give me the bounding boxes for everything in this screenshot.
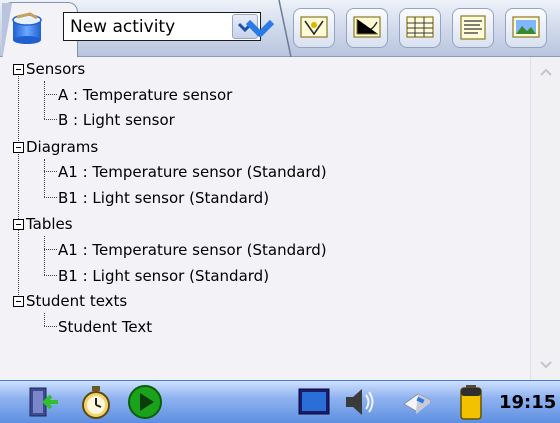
database-icon [12, 12, 42, 44]
top-toolbar: New activity [0, 0, 560, 59]
tree-item-diagram-b1[interactable]: B1 : Light sensor (Standard) [58, 186, 269, 210]
tree-item-sensor-b[interactable]: B : Light sensor [58, 108, 175, 132]
clock: 19:15 [499, 392, 557, 413]
tree-line [18, 73, 19, 307]
tree-item-sensor-a[interactable]: A : Temperature sensor [58, 83, 232, 107]
image-view-button[interactable] [505, 8, 547, 48]
tree-group-student-texts[interactable]: Student texts [26, 289, 127, 313]
tree-line [44, 275, 57, 276]
expand-toolbar-chevron-icon[interactable] [245, 16, 275, 40]
tree-line [44, 197, 57, 198]
speaker-icon[interactable] [342, 384, 378, 420]
activity-select[interactable]: New activity [63, 12, 261, 41]
collapse-tables-toggle[interactable] [13, 219, 24, 230]
tree-line [44, 119, 57, 120]
tree-item-table-b1[interactable]: B1 : Light sensor (Standard) [58, 264, 269, 288]
text-icon [460, 15, 486, 40]
collapse-sensors-toggle[interactable] [13, 64, 24, 75]
tree-scrollbar[interactable] [530, 57, 560, 380]
tree-line [44, 94, 57, 95]
probe-icon [300, 16, 328, 38]
collapse-diagrams-toggle[interactable] [13, 142, 24, 153]
tree-group-sensors[interactable]: Sensors [26, 57, 85, 81]
collapse-student-texts-toggle[interactable] [13, 296, 24, 307]
stopwatch-icon[interactable] [78, 384, 114, 420]
tab-divider [278, 0, 292, 57]
activity-tree: Sensors A : Temperature sensor B : Light… [0, 57, 530, 380]
image-icon [512, 16, 540, 38]
tree-group-diagrams[interactable]: Diagrams [26, 135, 98, 159]
activity-select-value: New activity [70, 16, 176, 37]
text-view-button[interactable] [452, 8, 494, 48]
monitor-icon[interactable] [296, 384, 332, 420]
tree-line [44, 171, 57, 172]
probe-view-button[interactable] [293, 8, 335, 48]
diagram-icon [353, 16, 381, 38]
scroll-down-button[interactable] [535, 354, 557, 376]
table-view-button[interactable] [399, 8, 441, 48]
taskbar: 19:15 [0, 380, 560, 423]
battery-icon[interactable] [453, 384, 489, 420]
diagram-view-button[interactable] [346, 8, 388, 48]
play-icon[interactable] [127, 384, 163, 420]
tree-line [44, 326, 57, 327]
scroll-up-button[interactable] [535, 61, 557, 83]
tree-group-tables[interactable]: Tables [26, 212, 73, 236]
tree-item-student-text[interactable]: Student Text [58, 315, 152, 339]
tree-item-diagram-a1[interactable]: A1 : Temperature sensor (Standard) [58, 160, 327, 184]
tree-line [44, 249, 57, 250]
tree-item-table-a1[interactable]: A1 : Temperature sensor (Standard) [58, 238, 327, 262]
exit-icon[interactable] [26, 384, 62, 420]
chevron-down-icon [540, 361, 552, 369]
eraser-icon[interactable] [398, 384, 434, 420]
chevron-up-icon [540, 68, 552, 76]
table-icon [406, 16, 434, 38]
tree-line [44, 236, 45, 275]
tree-line [44, 81, 45, 119]
tree-line [44, 159, 45, 197]
tree-line [44, 313, 45, 326]
